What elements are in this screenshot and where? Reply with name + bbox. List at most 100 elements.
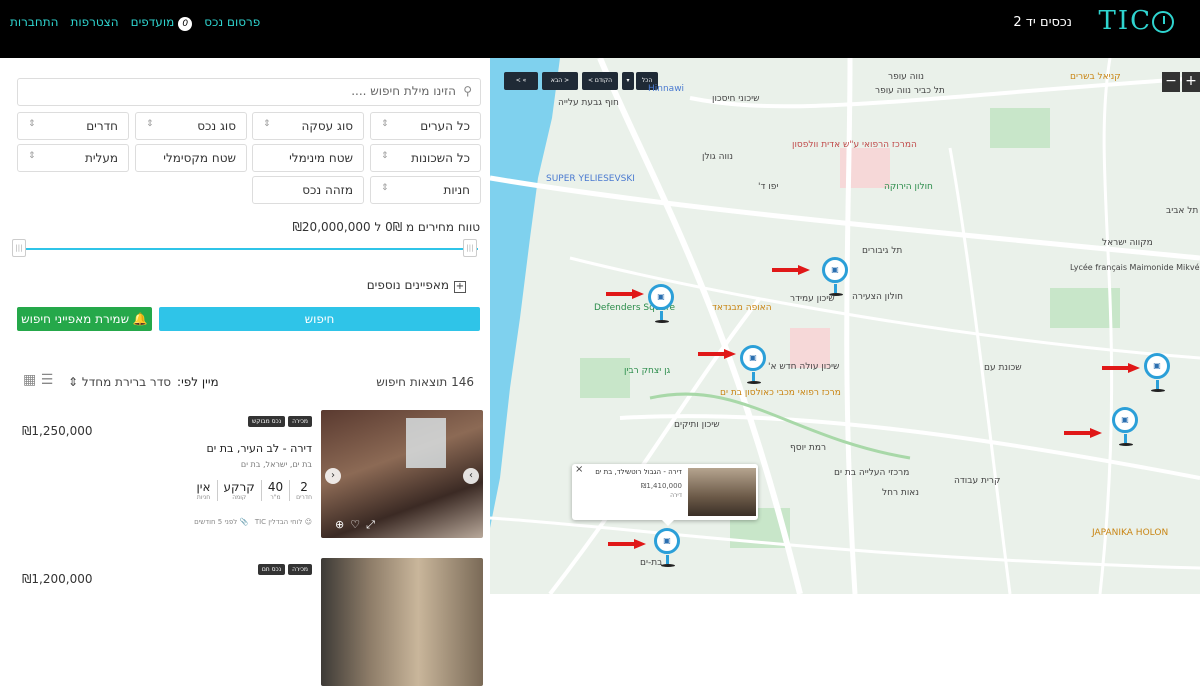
- tag: נכס מבוקש: [248, 416, 286, 427]
- parking-select[interactable]: חניות ⇕: [370, 176, 481, 204]
- city-select[interactable]: כל הערים ⇕: [370, 112, 481, 140]
- save-search-button[interactable]: 🔔 שמירת מאפייני חיפוש: [17, 307, 152, 331]
- slider-max-handle[interactable]: |||: [463, 239, 477, 257]
- more-features-toggle[interactable]: +מאפיינים נוספים: [367, 278, 466, 293]
- rooms-select[interactable]: חדרים ⇕: [17, 112, 129, 140]
- property-stats: 2 חדרים 40 מ"ר קרקע קומה אין חניות: [191, 480, 312, 501]
- property-card[interactable]: מכירה נכס חם ₪1,200,000: [0, 558, 490, 698]
- view-toggle: ☰ ▦: [23, 372, 53, 388]
- map-label: תל כביר נווה עופר: [875, 86, 945, 96]
- property-pin[interactable]: ▣: [740, 345, 766, 384]
- red-arrow-icon: [698, 349, 736, 359]
- map-next-button[interactable]: הבא >: [542, 72, 578, 90]
- neighborhood-select[interactable]: כל השכונות ⇕: [370, 144, 481, 172]
- sort-control[interactable]: מיין לפי:סדר ברירת מחדל ⇕: [68, 375, 219, 389]
- card-meta: ☺ לוחי הבדלין TIC 📎 לפני 5 חודשים: [194, 518, 312, 526]
- clock-icon: [1152, 11, 1174, 33]
- grid-view-icon[interactable]: ▦: [23, 372, 36, 388]
- property-type-select[interactable]: סוג נכס ⇕: [135, 112, 247, 140]
- property-title[interactable]: דירה - לב העיר, בת ים: [206, 442, 312, 455]
- map-label: רמת יוסף: [790, 443, 827, 453]
- price-range-label: טווח מחירים מ 0₪ ל ₪20,000,000: [292, 220, 480, 234]
- property-pin[interactable]: ▣: [654, 528, 680, 567]
- map-label: Hinnawi: [648, 84, 685, 94]
- plus-icon: +: [454, 281, 466, 293]
- map-label: בת-ים: [640, 558, 663, 568]
- map-prev-button[interactable]: < הקודם: [582, 72, 618, 90]
- map-label: Lycée français Maimonide Mikvé Israël: [1070, 263, 1200, 272]
- map-back-button[interactable]: < «: [504, 72, 538, 90]
- search-button[interactable]: חיפוש: [159, 307, 480, 331]
- publish-property-link[interactable]: פרסום נכס: [204, 15, 260, 31]
- property-address: בת ים, ישראל, בת ים: [240, 460, 312, 469]
- map-info-popup[interactable]: דירה - הגבול רוטשילד, בת ים ₪1,410,000 ד…: [572, 464, 758, 526]
- search-input[interactable]: ⚲ הזינו מילת חיפוש ....: [17, 78, 481, 106]
- red-arrow-icon: [608, 539, 646, 549]
- tag: נכס חם: [257, 564, 286, 575]
- zoom-in-button[interactable]: +: [1182, 72, 1200, 92]
- elevator-select[interactable]: מעלית ⇕: [17, 144, 129, 172]
- map-label: קניאל בשרים: [1070, 72, 1121, 82]
- map-label: המרכז הרפואי ע"ש אדית וולפסון: [792, 140, 917, 150]
- deal-type-select[interactable]: סוג עסקה ⇕: [252, 112, 364, 140]
- chevron-left-icon[interactable]: ‹: [325, 468, 341, 484]
- list-view-icon[interactable]: ☰: [41, 372, 54, 388]
- chevron-right-icon[interactable]: ›: [463, 468, 479, 484]
- search-panel: ⚲ הזינו מילת חיפוש .... כל הערים ⇕ סוג עס…: [0, 58, 490, 686]
- map-label: יפו ד': [758, 182, 779, 192]
- max-area-input[interactable]: שטח מקסימלי: [135, 144, 247, 172]
- bell-icon: 🔔: [132, 312, 148, 326]
- stat-area: 40 מ"ר: [260, 480, 289, 501]
- map-label: שכונת עם: [984, 363, 1022, 373]
- search-icon: ⚲: [463, 84, 472, 98]
- brand-name: נכסים יד 2: [1013, 15, 1072, 30]
- map-panel[interactable]: < « הבא > < הקודם ▾ הכל − + נווה עופר תל…: [490, 58, 1200, 594]
- red-arrow-icon: [606, 289, 644, 299]
- map-label: מקווה ישראל: [1102, 238, 1153, 248]
- close-icon[interactable]: ×: [575, 464, 583, 475]
- property-pin[interactable]: ▣: [648, 284, 674, 323]
- property-pin[interactable]: ▣: [822, 257, 848, 296]
- chevron-icon: ⇕: [381, 119, 389, 129]
- popup-title[interactable]: דירה - הגבול רוטשילד, בת ים: [595, 468, 682, 476]
- min-area-input[interactable]: שטח מינימלי: [252, 144, 364, 172]
- red-arrow-icon: [1064, 428, 1102, 438]
- stat-floor: קרקע קומה: [216, 480, 261, 501]
- red-arrow-icon: [1102, 363, 1140, 373]
- login-link[interactable]: התחברות: [10, 15, 58, 31]
- slider-min-handle[interactable]: |||: [12, 239, 26, 257]
- paperclip-icon: 📎: [239, 518, 249, 526]
- map-label: שיכון עולה חדש א': [768, 362, 840, 372]
- heart-icon[interactable]: ♡: [350, 518, 366, 531]
- map-label: SUPER YELIESEVSKI: [546, 174, 635, 184]
- chevron-icon: ⇕: [381, 151, 389, 161]
- top-bar: TIC נכסים יד 2 פרסום נכס 0מועדפים הצטרפו…: [0, 0, 1200, 58]
- map-label: קרית עבודה: [954, 476, 1001, 486]
- top-nav: פרסום נכס 0מועדפים הצטרפות התחברות: [10, 15, 260, 31]
- add-icon[interactable]: ⊕: [335, 518, 350, 531]
- property-pin[interactable]: ▣: [1144, 353, 1170, 392]
- price-range-slider[interactable]: [12, 248, 478, 250]
- site-logo[interactable]: TIC: [1098, 6, 1174, 36]
- property-card[interactable]: ‹ › ⤢♡⊕ מכירה נכס מבוקש ₪1,250,000 דירה …: [0, 410, 490, 550]
- stat-parking: אין חניות: [196, 480, 211, 501]
- property-photo[interactable]: [321, 558, 483, 686]
- expand-icon[interactable]: ⤢: [366, 518, 381, 531]
- join-link[interactable]: הצטרפות: [70, 15, 118, 31]
- popup-photo[interactable]: [688, 468, 756, 516]
- chevron-icon: ⇕: [146, 119, 154, 129]
- chevron-icon: ⇕: [381, 183, 389, 193]
- map-label: מרכז רפואי מכבי כאולסון בת ים: [720, 388, 841, 398]
- tag: מכירה: [288, 416, 312, 427]
- property-id-input[interactable]: מזהה נכס: [252, 176, 364, 204]
- property-photo[interactable]: ‹ › ⤢♡⊕: [321, 410, 483, 538]
- property-pin[interactable]: ▣: [1112, 407, 1138, 446]
- zoom-out-button[interactable]: −: [1162, 72, 1180, 92]
- map-label: תל אביב: [1166, 206, 1199, 216]
- chevron-icon: ⇕: [263, 119, 271, 129]
- photo-tools: ⤢♡⊕: [335, 518, 381, 532]
- favorites-link[interactable]: 0מועדפים: [131, 15, 193, 31]
- tag: מכירה: [288, 564, 312, 575]
- map-dropdown-button[interactable]: ▾: [622, 72, 634, 90]
- map-label: האופה מבגדאד: [712, 303, 772, 313]
